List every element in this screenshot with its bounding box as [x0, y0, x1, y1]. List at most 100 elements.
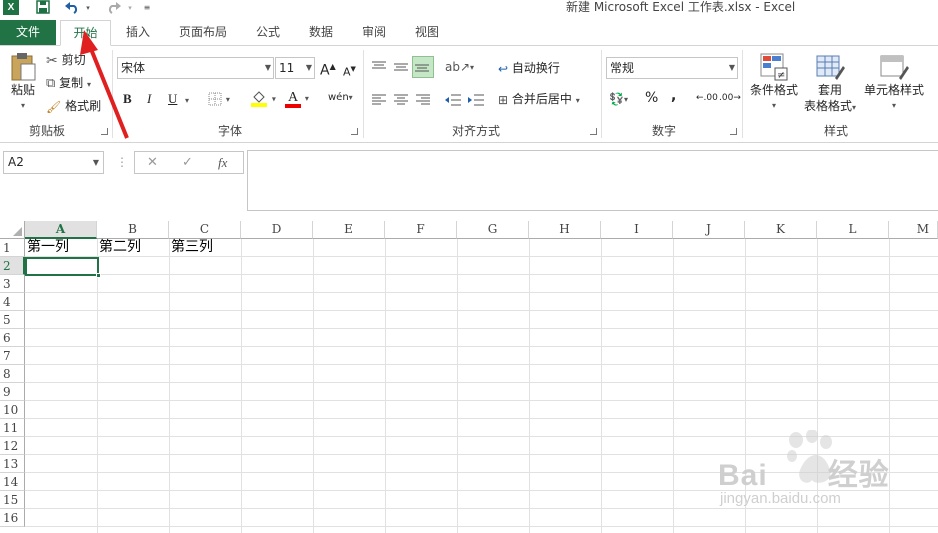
- orientation-button[interactable]: ab↗▾: [445, 58, 474, 76]
- paste-button[interactable]: 粘贴 ▾: [6, 52, 40, 114]
- decrease-indent-button[interactable]: [444, 91, 462, 107]
- tab-formulas[interactable]: 公式: [248, 20, 288, 46]
- decrease-decimal-button[interactable]: .00→: [719, 90, 741, 106]
- tab-home[interactable]: 开始: [60, 20, 111, 46]
- clipboard-launcher-icon[interactable]: [101, 128, 108, 135]
- cell-b1[interactable]: 第二列: [97, 239, 169, 257]
- increase-indent-button[interactable]: [467, 91, 485, 107]
- format-painter-button[interactable]: 🖌 格式刷: [46, 98, 101, 115]
- separator: [112, 50, 113, 138]
- tab-page-layout[interactable]: 页面布局: [170, 20, 236, 46]
- row-header-2[interactable]: 2: [0, 257, 25, 275]
- row-header-8[interactable]: 8: [0, 365, 25, 383]
- column-header-e[interactable]: E: [313, 221, 385, 239]
- tab-data[interactable]: 数据: [301, 20, 341, 46]
- row-header-16[interactable]: 16: [0, 509, 25, 527]
- conditional-format-button[interactable]: ≠ 条件格式 ▾: [748, 52, 800, 114]
- column-header-d[interactable]: D: [241, 221, 313, 239]
- italic-button[interactable]: I: [147, 91, 151, 107]
- tab-review[interactable]: 审阅: [354, 20, 394, 46]
- fill-handle[interactable]: [96, 273, 101, 278]
- column-header-h[interactable]: H: [529, 221, 601, 239]
- row-header-3[interactable]: 3: [0, 275, 25, 293]
- row-header-6[interactable]: 6: [0, 329, 25, 347]
- row-header-14[interactable]: 14: [0, 473, 25, 491]
- insert-function-button[interactable]: fx: [218, 152, 227, 173]
- font-name-select[interactable]: 宋体 ▼: [117, 57, 274, 79]
- underline-dropdown-icon[interactable]: ▾: [185, 91, 189, 109]
- bold-button[interactable]: B: [123, 91, 132, 107]
- format-as-table-button[interactable]: 套用 表格格式▾: [802, 52, 858, 116]
- cell-a1[interactable]: 第一列: [25, 239, 97, 257]
- column-header-a[interactable]: A: [25, 221, 97, 239]
- grow-font-button[interactable]: A▲: [320, 59, 336, 79]
- merge-center-button[interactable]: ⊞ 合并后居中 ▾: [498, 91, 580, 109]
- align-right-button[interactable]: [415, 91, 431, 107]
- tab-view[interactable]: 视图: [407, 20, 447, 46]
- number-launcher-icon[interactable]: [730, 128, 737, 135]
- borders-button[interactable]: ▾: [208, 90, 230, 108]
- name-box[interactable]: A2 ▼: [3, 151, 104, 174]
- column-header-g[interactable]: G: [457, 221, 529, 239]
- cut-button[interactable]: ✂ 剪切: [46, 52, 86, 69]
- redo-icon[interactable]: [104, 0, 124, 16]
- column-header-b[interactable]: B: [97, 221, 169, 239]
- copy-dropdown-icon[interactable]: ▾: [87, 80, 91, 89]
- row-header-13[interactable]: 13: [0, 455, 25, 473]
- comma-button[interactable]: ,: [671, 88, 676, 104]
- underline-button[interactable]: U: [168, 91, 177, 107]
- undo-dropdown-icon[interactable]: ▾: [84, 0, 92, 16]
- save-icon[interactable]: [35, 0, 51, 16]
- align-center-button[interactable]: [393, 91, 409, 107]
- align-top-button[interactable]: [371, 58, 387, 74]
- number-format-select[interactable]: 常规 ▼: [606, 57, 738, 79]
- formula-input[interactable]: [247, 150, 938, 211]
- undo-icon[interactable]: [62, 0, 82, 16]
- row-header-7[interactable]: 7: [0, 347, 25, 365]
- redo-dropdown-icon[interactable]: ▾: [126, 0, 134, 16]
- row-header-4[interactable]: 4: [0, 293, 25, 311]
- column-header-i[interactable]: I: [601, 221, 673, 239]
- row-header-9[interactable]: 9: [0, 383, 25, 401]
- percent-button[interactable]: %: [645, 90, 658, 106]
- row-header-11[interactable]: 11: [0, 419, 25, 437]
- row-header-5[interactable]: 5: [0, 311, 25, 329]
- align-left-button[interactable]: [371, 91, 387, 107]
- column-header-k[interactable]: K: [745, 221, 817, 239]
- phonetic-button[interactable]: wén▾: [328, 90, 353, 106]
- column-header-f[interactable]: F: [385, 221, 457, 239]
- fill-color-button[interactable]: ▾: [250, 89, 276, 108]
- column-header-l[interactable]: L: [817, 221, 889, 239]
- customize-qat-icon[interactable]: ≡: [142, 0, 152, 16]
- accounting-format-button[interactable]: 💱▾: [609, 90, 628, 108]
- column-header-c[interactable]: C: [169, 221, 241, 239]
- row-header-12[interactable]: 12: [0, 437, 25, 455]
- shrink-font-button[interactable]: A▼: [343, 61, 356, 81]
- column-header-j[interactable]: J: [673, 221, 745, 239]
- column-header-m[interactable]: M: [889, 221, 938, 239]
- align-middle-button[interactable]: [393, 58, 409, 74]
- row-header-10[interactable]: 10: [0, 401, 25, 419]
- row-header-1[interactable]: 1: [0, 239, 25, 257]
- font-launcher-icon[interactable]: [351, 128, 358, 135]
- align-bottom-button[interactable]: [412, 56, 434, 78]
- cell-c1[interactable]: 第三列: [169, 239, 241, 257]
- row-header-15[interactable]: 15: [0, 491, 25, 509]
- excel-logo-icon: X: [3, 0, 19, 15]
- enter-icon[interactable]: ✓: [182, 152, 193, 173]
- alignment-launcher-icon[interactable]: [590, 128, 597, 135]
- name-box-value: A2: [8, 155, 24, 169]
- font-color-button[interactable]: A ▾: [285, 89, 309, 108]
- copy-icon: ⧉: [46, 75, 56, 91]
- font-size-select[interactable]: 11 ▼: [275, 57, 315, 79]
- paste-dropdown-icon[interactable]: ▾: [6, 98, 40, 114]
- select-all-button[interactable]: [0, 221, 25, 239]
- increase-decimal-button[interactable]: ←.00: [696, 90, 718, 106]
- tab-insert[interactable]: 插入: [117, 20, 159, 46]
- copy-button[interactable]: ⧉ 复制 ▾: [46, 75, 91, 93]
- tab-file[interactable]: 文件: [0, 20, 56, 45]
- cell-styles-button[interactable]: 单元格样式 ▾: [862, 52, 926, 114]
- wrap-text-button[interactable]: ↩ 自动换行: [498, 60, 560, 77]
- cancel-icon[interactable]: ✕: [147, 152, 158, 173]
- active-cell-a2[interactable]: [25, 257, 99, 276]
